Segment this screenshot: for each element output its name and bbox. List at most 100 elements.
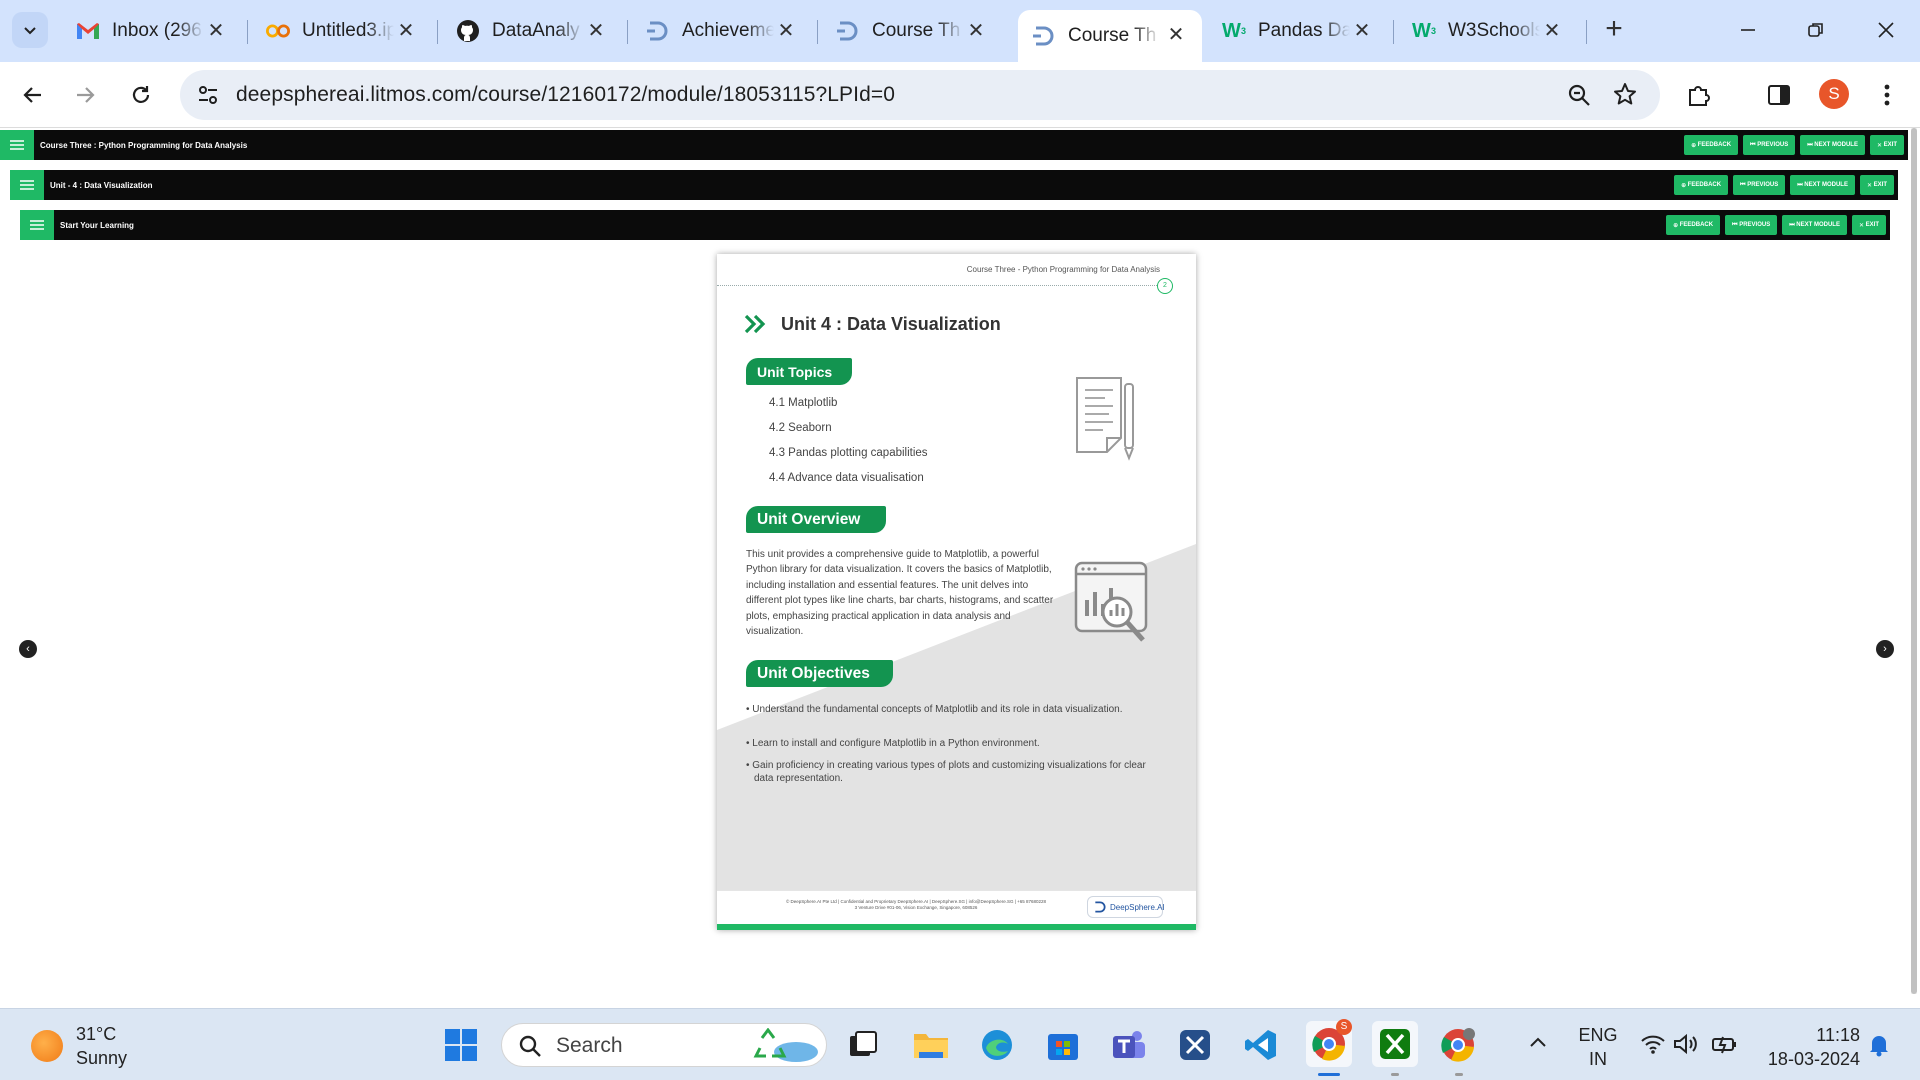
- snipping-tool-button[interactable]: [1175, 1025, 1215, 1065]
- unit-overview-heading: Unit Overview: [746, 506, 886, 533]
- learning-menu-button[interactable]: [20, 210, 54, 240]
- unit-topics-heading: Unit Topics: [746, 358, 852, 385]
- language-indicator[interactable]: ENG IN: [1578, 1023, 1618, 1080]
- exit-button[interactable]: ✕ EXIT: [1859, 175, 1894, 195]
- tab-title: Course Th: [872, 20, 961, 41]
- zoom-icon[interactable]: [1566, 82, 1594, 110]
- new-tab-button[interactable]: +: [1598, 14, 1630, 46]
- volume-icon[interactable]: [1673, 1033, 1699, 1080]
- exit-icon: ✕: [1876, 142, 1884, 149]
- tab-course-three[interactable]: Course Th ✕: [822, 12, 1002, 50]
- next-page-arrow[interactable]: ›: [1876, 640, 1894, 658]
- chrome-profile-button[interactable]: [1438, 1025, 1478, 1065]
- restore-button[interactable]: [1792, 10, 1840, 50]
- feedback-button[interactable]: ⊕ FEEDBACK: [1666, 215, 1721, 235]
- task-view-button[interactable]: [843, 1025, 883, 1065]
- previous-button[interactable]: ⏮ PREVIOUS: [1733, 175, 1786, 195]
- next-module-button[interactable]: ⏭ NEXT MODULE: [1800, 135, 1865, 155]
- side-panel-button[interactable]: [1762, 78, 1796, 112]
- feedback-button[interactable]: ⊕ FEEDBACK: [1674, 175, 1729, 195]
- address-bar[interactable]: deepsphereai.litmos.com/course/12160172/…: [180, 70, 1660, 120]
- feedback-icon: ⊕: [1681, 182, 1688, 189]
- open-app-indicator: [1391, 1073, 1399, 1076]
- close-window-button[interactable]: [1862, 10, 1910, 50]
- weather-widget[interactable]: 31°C Sunny: [76, 1022, 127, 1070]
- windows-icon: [445, 1029, 477, 1061]
- menu-button[interactable]: [1870, 78, 1904, 112]
- w3schools-icon: W3: [1412, 19, 1436, 42]
- page-footer: © DeepSphere.AI Pte Ltd | Confidential a…: [717, 890, 1196, 924]
- vscode-button[interactable]: [1241, 1025, 1281, 1065]
- course-menu-button[interactable]: [0, 130, 34, 160]
- tab-separator: [817, 20, 818, 44]
- scrollbar-thumb[interactable]: [1911, 128, 1917, 994]
- previous-button[interactable]: ⏮ PREVIOUS: [1725, 215, 1778, 235]
- close-tab-icon[interactable]: ✕: [584, 19, 608, 43]
- sun-icon[interactable]: [31, 1030, 63, 1062]
- learning-bar: Start Your Learning ⊕ FEEDBACK ⏮ PREVIOU…: [20, 210, 1890, 240]
- gmail-icon: [76, 19, 100, 43]
- feedback-icon: ⊕: [1691, 142, 1698, 149]
- tab-colab[interactable]: Untitled3.ip ✕: [252, 12, 432, 50]
- close-tab-icon[interactable]: ✕: [1540, 19, 1564, 43]
- tab-course-three-active[interactable]: Course Th ✕: [1018, 10, 1202, 62]
- tab-search-button[interactable]: [12, 12, 48, 48]
- feedback-button[interactable]: ⊕ FEEDBACK: [1684, 135, 1739, 155]
- exit-button[interactable]: ✕ EXIT: [1869, 135, 1904, 155]
- next-icon: ⏭: [1807, 141, 1815, 148]
- edge-button[interactable]: [977, 1025, 1017, 1065]
- wifi-icon[interactable]: [1640, 1033, 1666, 1080]
- footer-logo-text: DeepSphere.AI: [1110, 902, 1165, 912]
- next-module-button[interactable]: ⏭ NEXT MODULE: [1790, 175, 1855, 195]
- tab-achievements[interactable]: Achieveme ✕: [632, 12, 812, 50]
- back-button[interactable]: [14, 76, 52, 114]
- notification-bell-icon[interactable]: [1868, 1033, 1890, 1080]
- close-tab-icon[interactable]: ✕: [204, 19, 228, 43]
- bookmark-star-icon[interactable]: [1612, 81, 1640, 109]
- tab-github[interactable]: DataAnaly ✕: [442, 12, 622, 50]
- reload-button[interactable]: [122, 76, 160, 114]
- deepsphere-icon: [1095, 901, 1106, 913]
- show-hidden-icons-button[interactable]: [1528, 1033, 1548, 1080]
- restore-icon: [1808, 23, 1823, 37]
- deepsphere-icon: [1032, 24, 1056, 48]
- close-tab-icon[interactable]: ✕: [394, 19, 418, 43]
- minimize-button[interactable]: [1724, 10, 1772, 50]
- next-icon: ⏭: [1797, 181, 1805, 188]
- site-settings-icon[interactable]: [194, 81, 222, 109]
- xbox-button[interactable]: [1372, 1021, 1418, 1067]
- close-tab-icon[interactable]: ✕: [774, 19, 798, 43]
- previous-icon: ⏮: [1732, 221, 1740, 228]
- store-button[interactable]: [1043, 1025, 1083, 1065]
- tab-title: Course Th: [1068, 25, 1157, 46]
- close-tab-icon[interactable]: ✕: [1164, 23, 1188, 47]
- file-explorer-button[interactable]: [911, 1025, 951, 1065]
- footer-accent-line: [717, 924, 1196, 930]
- objective-item: • Learn to install and configure Matplot…: [746, 738, 1040, 749]
- recycle-bin-search-art-icon: [753, 1028, 818, 1062]
- tab-gmail[interactable]: Inbox (296 ✕: [62, 12, 242, 50]
- unit-menu-button[interactable]: [10, 170, 44, 200]
- url-text[interactable]: deepsphereai.litmos.com/course/12160172/…: [236, 83, 895, 107]
- tab-pandas[interactable]: W3 Pandas Da ✕: [1208, 12, 1388, 50]
- chrome-button[interactable]: S: [1306, 1019, 1352, 1067]
- taskbar-search[interactable]: Search: [501, 1023, 827, 1067]
- clock-time: 11:18: [1816, 1025, 1860, 1045]
- next-module-button[interactable]: ⏭ NEXT MODULE: [1782, 215, 1847, 235]
- double-chevron-icon: [744, 314, 766, 334]
- page-scrollbar[interactable]: [1911, 128, 1917, 994]
- previous-button[interactable]: ⏮ PREVIOUS: [1743, 135, 1796, 155]
- extensions-button[interactable]: [1682, 78, 1716, 112]
- start-button[interactable]: [441, 1025, 481, 1065]
- tab-w3schools[interactable]: W3 W3Schools ✕: [1398, 12, 1578, 50]
- teams-button[interactable]: [1109, 1025, 1149, 1065]
- prev-page-arrow[interactable]: ‹: [19, 640, 37, 658]
- profile-avatar[interactable]: S: [1819, 79, 1849, 109]
- snipping-icon: [1180, 1030, 1210, 1060]
- close-tab-icon[interactable]: ✕: [1350, 19, 1374, 43]
- close-tab-icon[interactable]: ✕: [964, 19, 988, 43]
- clock[interactable]: 11:18 18-03-2024: [1760, 1023, 1860, 1080]
- exit-button[interactable]: ✕ EXIT: [1851, 215, 1886, 235]
- forward-button[interactable]: [66, 76, 104, 114]
- battery-icon[interactable]: [1711, 1033, 1739, 1080]
